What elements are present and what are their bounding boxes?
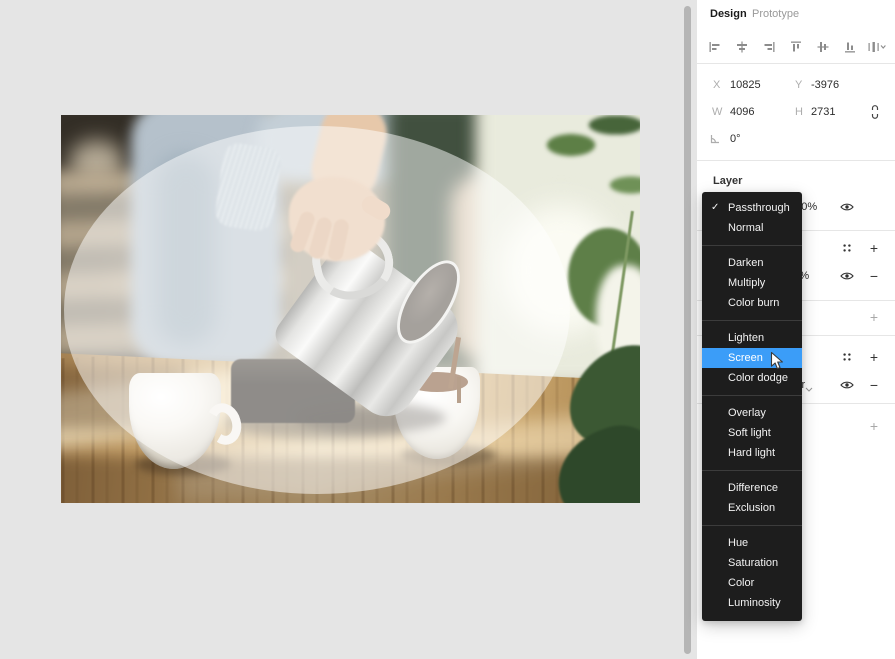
- blend-menu-group: Hue Saturation Color Luminosity: [702, 525, 802, 613]
- w-field[interactable]: 4096: [730, 106, 754, 118]
- menu-item-hue[interactable]: Hue: [702, 533, 802, 553]
- menu-item-label: Luminosity: [728, 597, 781, 609]
- w-label: W: [712, 106, 722, 118]
- fill-add-icon[interactable]: +: [866, 240, 882, 256]
- menu-item-label: Exclusion: [728, 502, 775, 514]
- menu-item-color[interactable]: Color: [702, 573, 802, 593]
- effects-add-icon[interactable]: +: [866, 349, 882, 365]
- menu-item-hard-light[interactable]: Hard light: [702, 443, 802, 463]
- photo-plant-leaves-top: [531, 115, 640, 235]
- position-row: X 10825 Y -3976: [697, 72, 895, 98]
- rotation-field[interactable]: 0°: [730, 133, 741, 145]
- layer-section-header: Layer: [697, 168, 895, 194]
- menu-item-label: Hue: [728, 537, 748, 549]
- menu-item-color-dodge[interactable]: Color dodge: [702, 368, 802, 388]
- y-label: Y: [795, 79, 802, 91]
- layer-section-title: Layer: [713, 175, 742, 187]
- menu-item-label: Color: [728, 577, 754, 589]
- menu-item-label: Difference: [728, 482, 778, 494]
- mouse-pointer-icon: [770, 351, 785, 372]
- ellipse-screen-blend-layer[interactable]: [64, 126, 570, 494]
- rotation-angle-icon: [707, 131, 723, 147]
- checkmark-icon: ✓: [711, 198, 719, 218]
- x-label: X: [713, 79, 720, 91]
- align-horizontal-centers-icon[interactable]: [730, 35, 754, 59]
- menu-item-saturation[interactable]: Saturation: [702, 553, 802, 573]
- menu-item-label: Color burn: [728, 297, 779, 309]
- divider: [697, 160, 895, 161]
- fill-styles-icon[interactable]: [839, 240, 855, 256]
- chevron-down-icon: [801, 381, 817, 397]
- tab-design[interactable]: Design: [710, 8, 747, 20]
- menu-item-label: Multiply: [728, 277, 765, 289]
- size-row: W 4096 H 2731: [697, 99, 895, 125]
- figma-app-window: { "inspector": { "tabs": { "design": "De…: [0, 0, 895, 659]
- align-vertical-centers-icon[interactable]: [811, 35, 835, 59]
- tab-prototype[interactable]: Prototype: [752, 8, 799, 20]
- menu-item-lighten[interactable]: Lighten: [702, 328, 802, 348]
- divider: [697, 63, 895, 64]
- menu-item-label: Normal: [728, 222, 763, 234]
- menu-item-soft-light[interactable]: Soft light: [702, 423, 802, 443]
- export-add-icon[interactable]: +: [866, 418, 882, 434]
- align-top-icon[interactable]: [784, 35, 808, 59]
- menu-item-darken[interactable]: Darken: [702, 253, 802, 273]
- effects-styles-icon[interactable]: [839, 349, 855, 365]
- menu-item-label: Lighten: [728, 332, 764, 344]
- menu-item-difference[interactable]: Difference: [702, 478, 802, 498]
- menu-item-normal[interactable]: Normal: [702, 218, 802, 238]
- blend-menu-group: Difference Exclusion: [702, 470, 802, 518]
- blend-menu-group: ✓ Passthrough Normal: [702, 198, 802, 238]
- h-field[interactable]: 2731: [811, 106, 835, 118]
- align-bottom-icon[interactable]: [838, 35, 862, 59]
- menu-item-screen[interactable]: Screen: [702, 348, 802, 368]
- x-field[interactable]: 10825: [730, 79, 761, 91]
- menu-item-label: Hard light: [728, 447, 775, 459]
- y-field[interactable]: -3976: [811, 79, 839, 91]
- rotation-row: 0°: [697, 126, 895, 152]
- blend-menu-group: Darken Multiply Color burn: [702, 245, 802, 313]
- distribute-spacing-menu-icon[interactable]: [865, 35, 889, 59]
- canvas-vertical-scrollbar[interactable]: [684, 6, 691, 654]
- blend-mode-menu: ✓ Passthrough Normal Darken Multiply Col…: [702, 192, 802, 621]
- blend-menu-group: Lighten Screen Color dodge: [702, 320, 802, 388]
- effect-visibility-eye-icon[interactable]: [839, 377, 855, 393]
- effect-remove-icon[interactable]: −: [866, 377, 882, 393]
- constrain-proportions-icon[interactable]: [867, 104, 883, 120]
- alignment-toolbar: [703, 34, 889, 60]
- blend-menu-group: Overlay Soft light Hard light: [702, 395, 802, 463]
- align-left-icon[interactable]: [703, 35, 727, 59]
- menu-item-color-burn[interactable]: Color burn: [702, 293, 802, 313]
- menu-item-label: Soft light: [728, 427, 771, 439]
- menu-item-label: Passthrough: [728, 202, 790, 214]
- menu-item-label: Overlay: [728, 407, 766, 419]
- menu-item-exclusion[interactable]: Exclusion: [702, 498, 802, 518]
- menu-item-multiply[interactable]: Multiply: [702, 273, 802, 293]
- align-right-icon[interactable]: [757, 35, 781, 59]
- canvas-image-coffee-pour[interactable]: [61, 115, 640, 503]
- fill-remove-icon[interactable]: −: [866, 268, 882, 284]
- menu-item-passthrough[interactable]: ✓ Passthrough: [702, 198, 802, 218]
- layer-visibility-eye-icon[interactable]: [839, 199, 855, 215]
- fill-visibility-eye-icon[interactable]: [839, 268, 855, 284]
- inspector-tab-bar: Design Prototype: [697, 0, 895, 30]
- menu-item-luminosity[interactable]: Luminosity: [702, 593, 802, 613]
- menu-item-label: Color dodge: [728, 372, 788, 384]
- stroke-add-icon[interactable]: +: [866, 309, 882, 325]
- menu-item-label: Screen: [728, 352, 763, 364]
- menu-item-label: Darken: [728, 257, 763, 269]
- h-label: H: [795, 106, 803, 118]
- menu-item-label: Saturation: [728, 557, 778, 569]
- menu-item-overlay[interactable]: Overlay: [702, 403, 802, 423]
